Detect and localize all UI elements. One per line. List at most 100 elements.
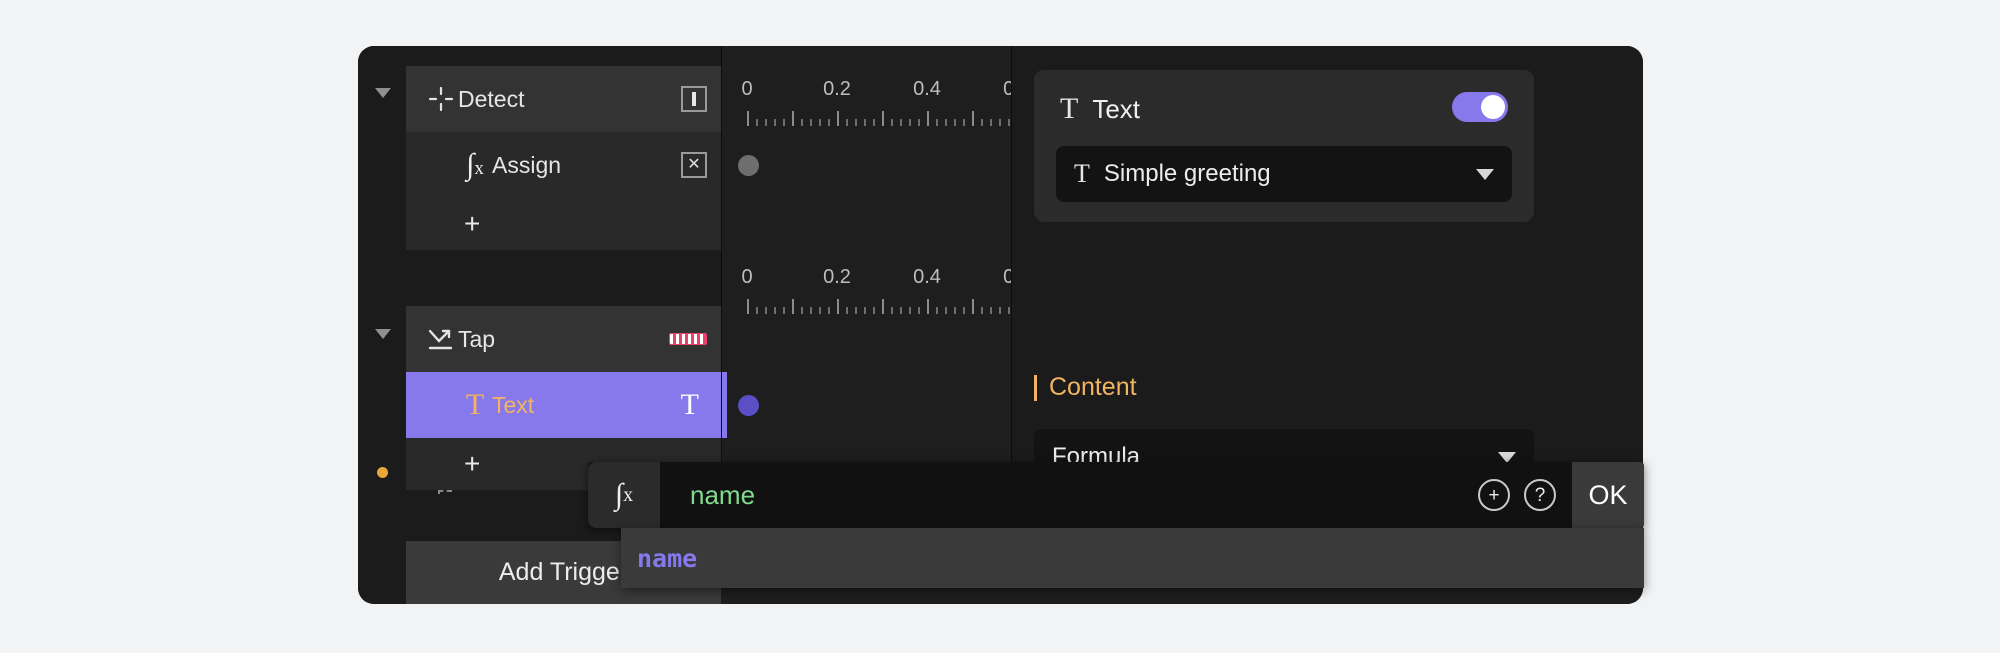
plus-icon: + [464,450,480,478]
ruler-minor-tick [891,119,893,126]
keyframe-dot[interactable] [738,155,759,176]
text-preset-value: Simple greeting [1104,160,1271,188]
ruler-minor-tick [846,307,848,314]
fx-icon[interactable]: ∫x [588,462,660,528]
chevron-down-icon [1476,169,1494,180]
ruler-minor-tick [936,119,938,126]
ruler-minor-tick [801,119,803,126]
formula-ok-button[interactable]: OK [1572,462,1644,528]
ruler-minor-tick [783,307,785,314]
tree-row-label: Tap [458,326,495,353]
ruler-minor-tick [990,119,992,126]
ruler-minor-tick [981,307,983,314]
modified-dot-indicator [377,467,388,478]
ruler-minor-tick [909,119,911,126]
autocomplete-item[interactable]: name [621,528,1644,588]
formula-autocomplete-list: name [621,528,1644,588]
text-action-card: T Text T Simple greeting [1034,70,1534,222]
text-action-toggle[interactable] [1452,92,1508,122]
text-t-icon[interactable]: T [681,388,699,422]
ruler-major-tick [927,111,929,126]
text-t-icon: T [1074,159,1090,189]
tree-row-add-action-detect[interactable]: + [406,198,721,250]
ruler-minor-tick [963,307,965,314]
tree-row-label: Detect [458,86,524,113]
disclosure-triangle-tap[interactable] [375,329,391,339]
ruler-minor-tick [855,119,857,126]
ok-label: OK [1588,480,1627,511]
timeline-ruler-detect[interactable]: 0 0.2 0.4 0.6 [722,70,1012,132]
section-accent-bar [1034,375,1037,401]
ruler-tick-label: 0 [741,78,752,101]
content-section-label: Content [1034,373,1137,402]
ruler-major-tick [837,111,839,126]
ruler-ticks [722,108,1012,128]
question-circle-icon[interactable]: ? [1524,479,1556,511]
ruler-minor-tick [918,307,920,314]
ruler-minor-tick [828,307,830,314]
ruler-minor-tick [774,307,776,314]
timeline-ruler-tap[interactable]: 0 0.2 0.4 0.6 [722,258,1012,320]
add-trigger-label: Add Trigger [499,558,628,587]
timeline-track-assign[interactable] [722,132,1012,198]
frame-rect-icon[interactable] [681,86,707,112]
ruler-minor-tick [765,307,767,314]
tree-row-detect[interactable]: Detect [406,66,721,132]
outline-gutter [358,46,406,604]
ruler-minor-tick [945,119,947,126]
ruler-major-tick [837,299,839,314]
ruler-minor-tick [900,307,902,314]
disclosure-triangle-detect[interactable] [375,88,391,98]
ruler-minor-tick [918,119,920,126]
screenshot-root: Detect ∫x Assign ✕ + [0,0,2000,653]
autocomplete-item-label: name [637,544,697,573]
ruler-minor-tick [999,307,1001,314]
plus-circle-icon[interactable]: + [1478,479,1510,511]
text-t-icon: T [458,388,492,422]
ruler-tick-label: 0.2 [823,266,851,289]
ruler-major-tick [747,299,749,314]
ruler-minor-tick [936,307,938,314]
tree-row-label: Assign [492,152,561,179]
ruler-minor-tick [954,307,956,314]
ruler-minor-tick [999,119,1001,126]
ruler-minor-tick [819,307,821,314]
keyframe-dot[interactable] [738,395,759,416]
tree-row-tap[interactable]: Tap [406,306,721,372]
ruler-minor-tick [810,307,812,314]
ruler-tick-label: 0 [741,266,752,289]
striped-marker-icon[interactable] [669,333,707,345]
ruler-minor-tick [864,307,866,314]
ruler-major-tick [972,111,974,126]
ruler-minor-tick [909,307,911,314]
section-title: Content [1049,373,1137,402]
toggle-knob [1481,95,1505,119]
ruler-major-tick [792,111,794,126]
ruler-minor-tick [963,119,965,126]
ruler-minor-tick [765,119,767,126]
tree-row-assign[interactable]: ∫x Assign ✕ [406,132,721,198]
formula-input[interactable]: name [660,462,1478,528]
ruler-major-tick [747,111,749,126]
plus-icon: + [464,210,480,238]
tree-row-text[interactable]: T Text T [406,372,721,438]
ruler-tick-label: 0.4 [913,78,941,101]
ruler-minor-tick [990,307,992,314]
text-preset-select[interactable]: T Simple greeting [1056,146,1512,202]
ruler-minor-tick [900,119,902,126]
ruler-tick-label: 0.2 [823,78,851,101]
ruler-minor-tick [1008,119,1010,126]
formula-editor-bar: ∫x name + ? OK [588,462,1644,528]
ruler-minor-tick [1008,307,1010,314]
ruler-labels: 0 0.2 0.4 0.6 [722,258,1012,296]
ruler-labels: 0 0.2 0.4 0.6 [722,70,1012,108]
ruler-minor-tick [783,119,785,126]
ruler-minor-tick [828,119,830,126]
x-box-icon[interactable]: ✕ [681,152,707,178]
ruler-minor-tick [774,119,776,126]
ruler-minor-tick [855,307,857,314]
ruler-tick-label: 0.4 [913,266,941,289]
ruler-minor-tick [954,119,956,126]
ruler-minor-tick [873,119,875,126]
timeline-track-text[interactable] [722,372,1012,438]
